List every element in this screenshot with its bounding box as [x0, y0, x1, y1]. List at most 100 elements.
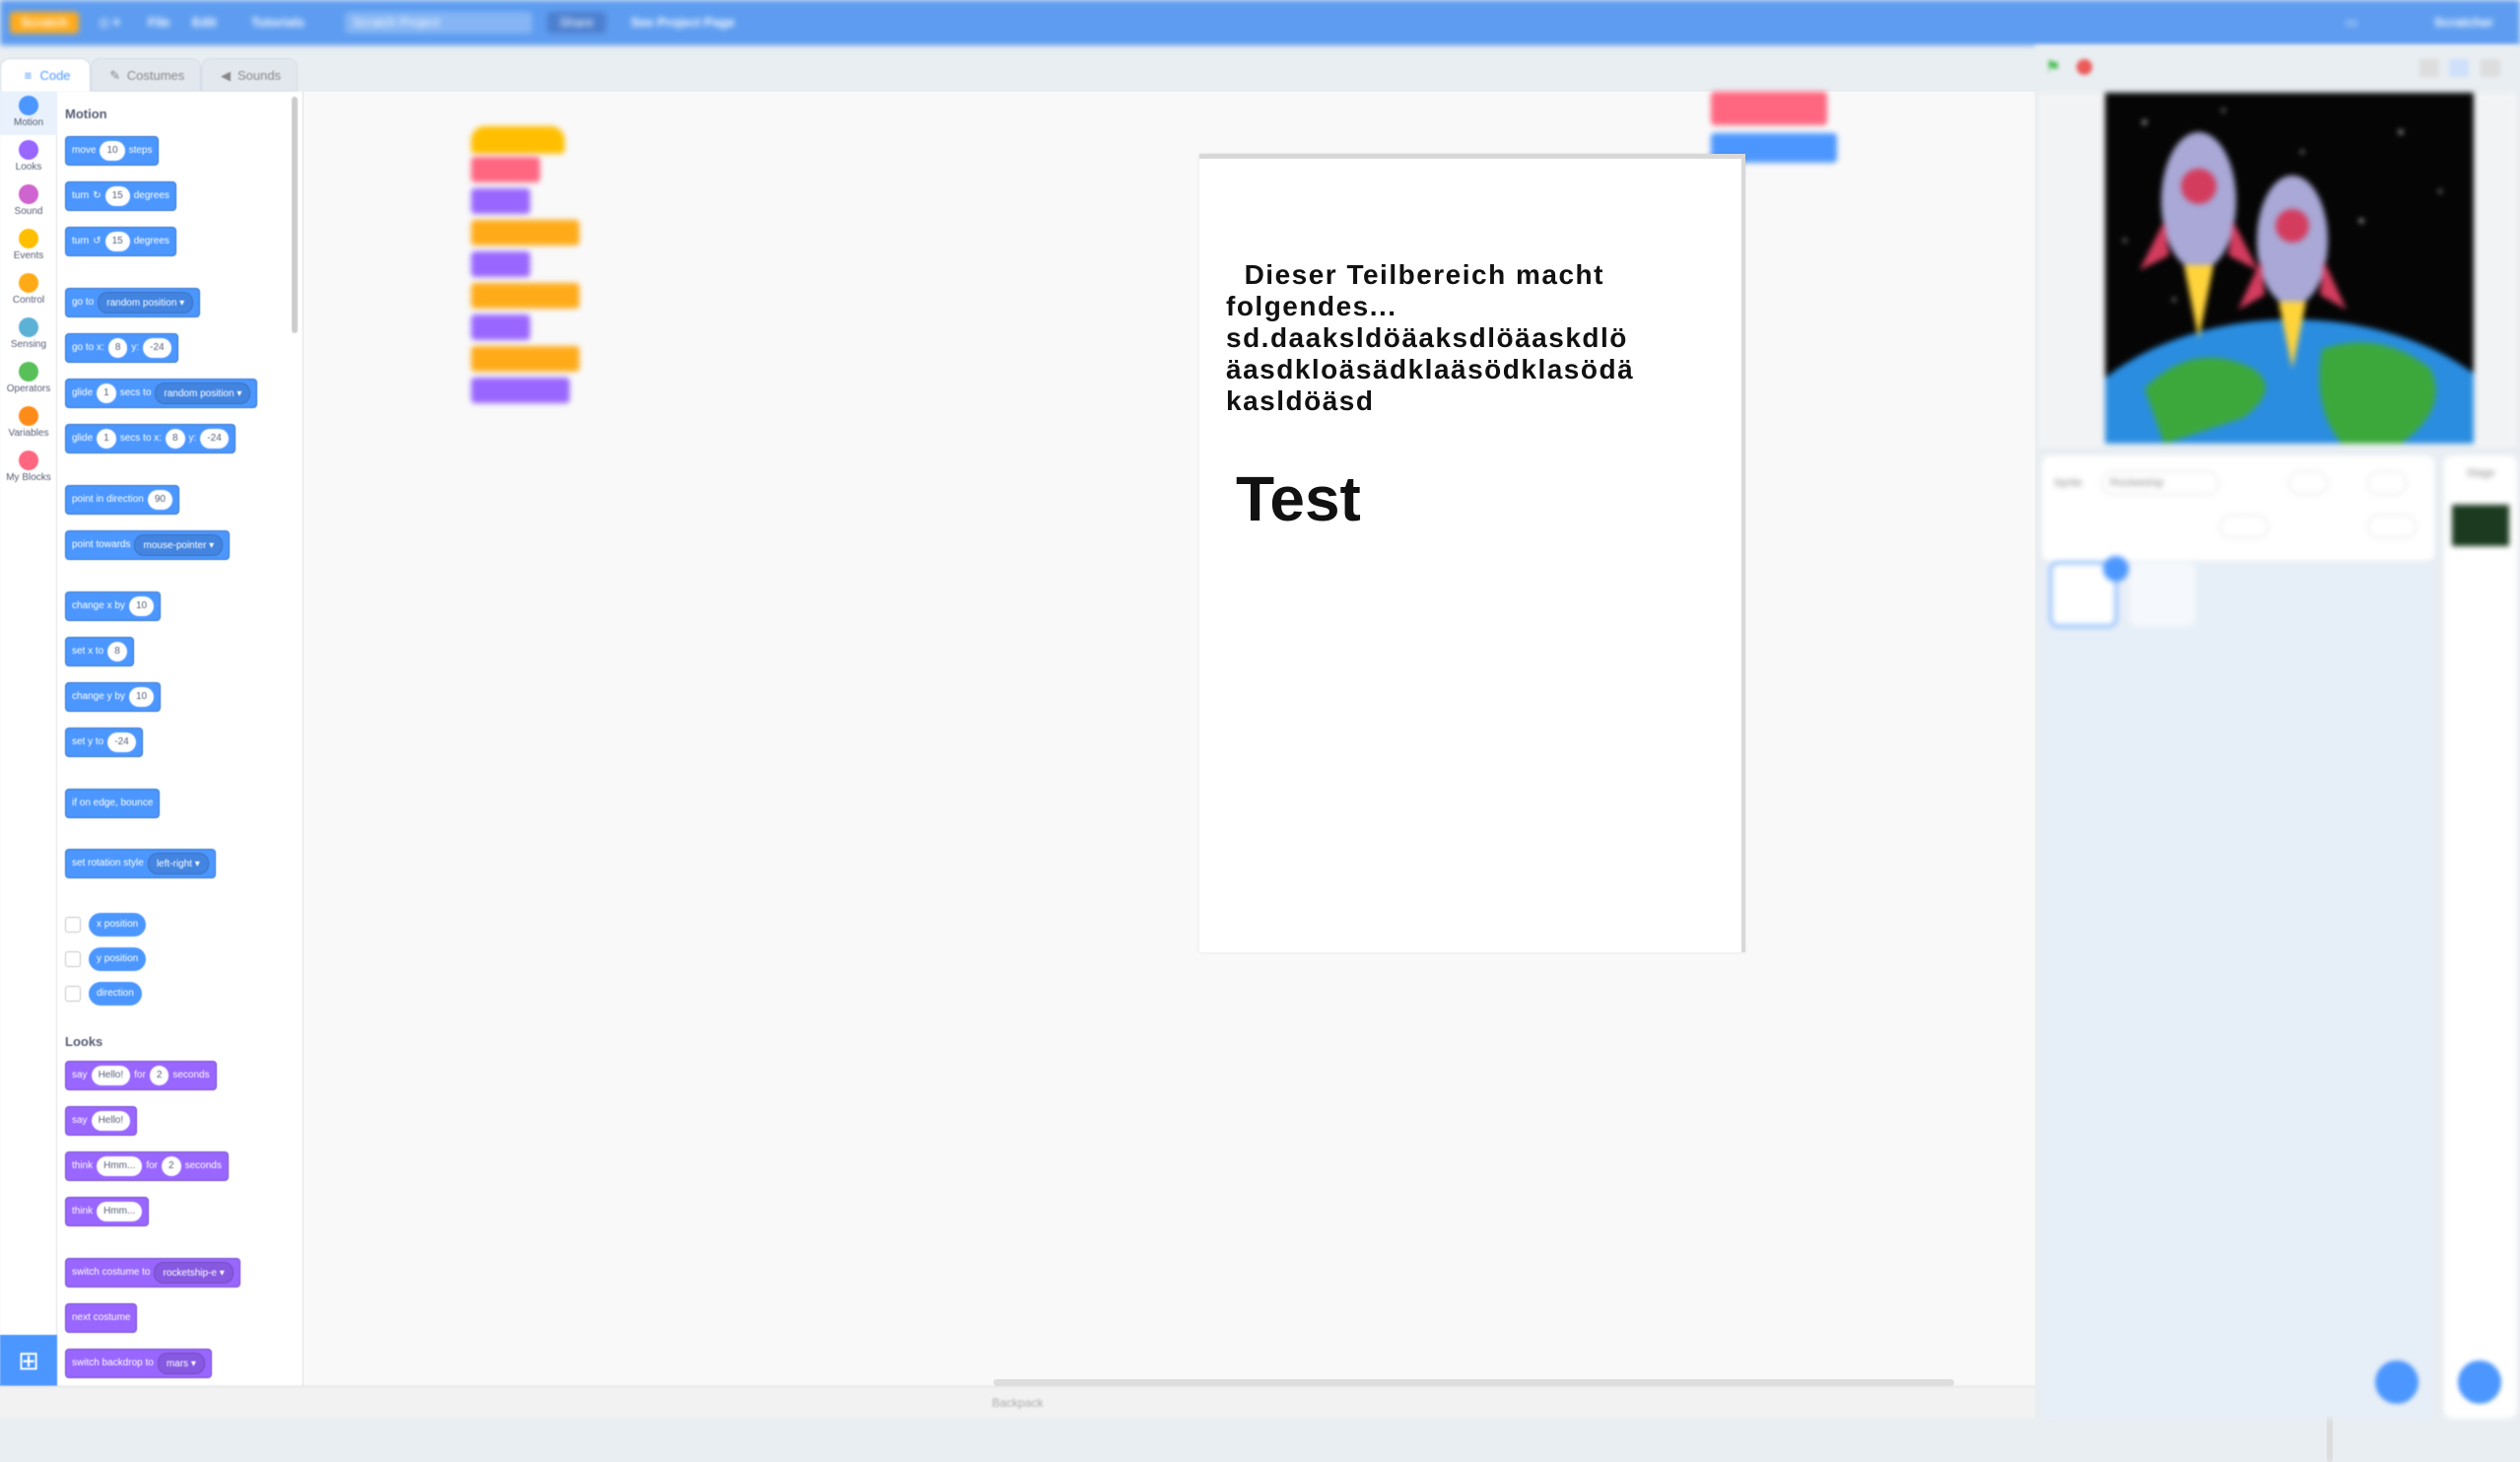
block-say-for[interactable]: say Hello! for 2 seconds — [65, 1061, 217, 1090]
script-block[interactable] — [471, 220, 579, 245]
say-for-text-input[interactable]: Hello! — [91, 1066, 131, 1085]
palette-scrollbar[interactable] — [292, 97, 298, 333]
y-field[interactable] — [2367, 471, 2407, 495]
stop-icon[interactable] — [2077, 59, 2092, 75]
reporter-y-position[interactable]: y position — [89, 947, 147, 971]
category-control[interactable]: Control — [0, 269, 57, 313]
block-go-to[interactable]: go to random position ▾ — [65, 288, 201, 317]
x-field[interactable] — [2288, 471, 2328, 495]
block-change-y[interactable]: change y by 10 — [65, 682, 162, 712]
block-next-costume[interactable]: next costume — [65, 1303, 138, 1333]
rotation-style-dropdown[interactable]: left-right ▾ — [147, 853, 209, 874]
tab-costumes[interactable]: ✎ Costumes — [91, 58, 201, 92]
go-to-dropdown[interactable]: random position ▾ — [98, 292, 194, 313]
block-point-towards[interactable]: point towards mouse-pointer ▾ — [65, 530, 231, 560]
block-glide-to[interactable]: glide 1 secs to random position ▾ — [65, 379, 258, 408]
x-position-checkbox[interactable] — [65, 917, 81, 933]
block-say[interactable]: say Hello! — [65, 1106, 138, 1136]
fullscreen-icon[interactable] — [2481, 59, 2500, 77]
script-block[interactable] — [471, 188, 530, 214]
script-block[interactable] — [471, 251, 530, 277]
y-position-checkbox[interactable] — [65, 951, 81, 967]
change-x-input[interactable]: 10 — [128, 596, 155, 616]
script-block[interactable] — [471, 314, 530, 340]
category-looks[interactable]: Looks — [0, 136, 57, 179]
stage-backdrop-pane[interactable]: Stage — [2444, 455, 2517, 1419]
turn-left-input[interactable]: 15 — [104, 232, 130, 251]
category-my-blocks[interactable]: My Blocks — [0, 447, 57, 490]
direction-field[interactable] — [2367, 515, 2417, 538]
set-y-input[interactable]: -24 — [107, 732, 136, 752]
see-project-page-button[interactable]: See Project Page — [631, 12, 735, 34]
say-text-input[interactable]: Hello! — [91, 1111, 131, 1131]
glide-xy-secs-input[interactable]: 1 — [97, 429, 116, 449]
block-glide-xy[interactable]: glide 1 secs to x: 8 y: -24 — [65, 424, 236, 453]
direction-input[interactable]: 90 — [147, 490, 172, 510]
steps-input[interactable]: 10 — [100, 141, 125, 161]
block-move-steps[interactable]: move 10 steps — [65, 136, 160, 166]
category-operators[interactable]: Operators — [0, 358, 57, 401]
sprite-thumb[interactable] — [2129, 562, 2196, 627]
script-hat-block[interactable] — [471, 126, 565, 154]
tab-code[interactable]: ≡ Code — [0, 58, 91, 92]
script-block[interactable] — [1711, 92, 1827, 125]
backpack-bar[interactable]: Backpack — [0, 1386, 2035, 1419]
block-turn-right[interactable]: turn ↻ 15 degrees — [65, 181, 176, 211]
folder-icon[interactable]: ▭ — [2346, 12, 2357, 34]
menu-edit[interactable]: Edit — [192, 12, 217, 34]
scratch-logo[interactable]: Scratch — [10, 12, 79, 34]
stage-canvas[interactable] — [2105, 93, 2474, 444]
block-rotation-style[interactable]: set rotation style left-right ▾ — [65, 849, 216, 878]
reporter-direction[interactable]: direction — [89, 982, 142, 1006]
category-variables[interactable]: Variables — [0, 402, 57, 446]
set-x-input[interactable]: 8 — [107, 642, 127, 661]
category-sensing[interactable]: Sensing — [0, 313, 57, 357]
category-events[interactable]: Events — [0, 225, 57, 268]
block-change-x[interactable]: change x by 10 — [65, 592, 162, 621]
direction-checkbox[interactable] — [65, 986, 81, 1002]
glide-to-dropdown[interactable]: random position ▾ — [155, 383, 251, 404]
add-backdrop-button[interactable] — [2458, 1360, 2501, 1404]
reporter-x-position[interactable]: x position — [89, 913, 147, 937]
think-for-text-input[interactable]: Hmm... — [97, 1156, 143, 1176]
category-sound[interactable]: Sound — [0, 180, 57, 224]
block-point-direction[interactable]: point in direction 90 — [65, 485, 179, 515]
stage[interactable] — [2038, 93, 2517, 448]
change-y-input[interactable]: 10 — [128, 687, 155, 707]
size-field[interactable] — [2219, 515, 2269, 538]
menu-tutorials[interactable]: Tutorials — [251, 12, 305, 34]
workspace-scrollbar-horizontal[interactable] — [993, 1379, 1954, 1386]
sprite-name-input[interactable]: Rocketship — [2101, 471, 2219, 495]
globe-icon[interactable]: ◎ ▾ — [99, 12, 119, 34]
say-seconds-input[interactable]: 2 — [149, 1066, 170, 1085]
script-block[interactable] — [471, 378, 570, 403]
turn-right-input[interactable]: 15 — [104, 186, 130, 206]
share-button[interactable]: Share — [547, 12, 606, 34]
delete-sprite-icon[interactable] — [2103, 556, 2129, 582]
project-title-input[interactable]: Scratch Project — [345, 12, 532, 34]
user-menu[interactable]: Scratcher — [2434, 12, 2493, 34]
think-text-input[interactable]: Hmm... — [97, 1202, 143, 1221]
script-block[interactable] — [471, 346, 579, 372]
backdrop-dropdown[interactable]: mars ▾ — [157, 1353, 205, 1374]
glide-secs-input[interactable]: 1 — [97, 383, 116, 403]
block-go-to-xy[interactable]: go to x: 8 y: -24 — [65, 333, 178, 363]
glide-y-input[interactable]: -24 — [200, 429, 229, 449]
block-think[interactable]: think Hmm... — [65, 1197, 150, 1226]
category-motion[interactable]: Motion — [0, 92, 57, 135]
block-bounce[interactable]: if on edge, bounce — [65, 789, 161, 818]
block-set-x[interactable]: set x to 8 — [65, 637, 134, 666]
block-turn-left[interactable]: turn ↺ 15 degrees — [65, 227, 176, 256]
small-stage-icon[interactable] — [2419, 59, 2439, 77]
block-set-y[interactable]: set y to -24 — [65, 728, 143, 757]
block-think-for[interactable]: think Hmm... for 2 seconds — [65, 1151, 229, 1181]
menu-file[interactable]: File — [148, 12, 170, 34]
glide-x-input[interactable]: 8 — [165, 429, 185, 449]
add-extension-button[interactable]: ⊞ — [0, 1335, 57, 1386]
large-stage-icon[interactable] — [2449, 59, 2469, 77]
script-block[interactable] — [471, 283, 579, 309]
block-switch-costume[interactable]: switch costume to rocketship-e ▾ — [65, 1258, 240, 1288]
point-towards-dropdown[interactable]: mouse-pointer ▾ — [134, 534, 224, 556]
block-switch-backdrop[interactable]: switch backdrop to mars ▾ — [65, 1349, 212, 1378]
costume-dropdown[interactable]: rocketship-e ▾ — [154, 1262, 234, 1284]
